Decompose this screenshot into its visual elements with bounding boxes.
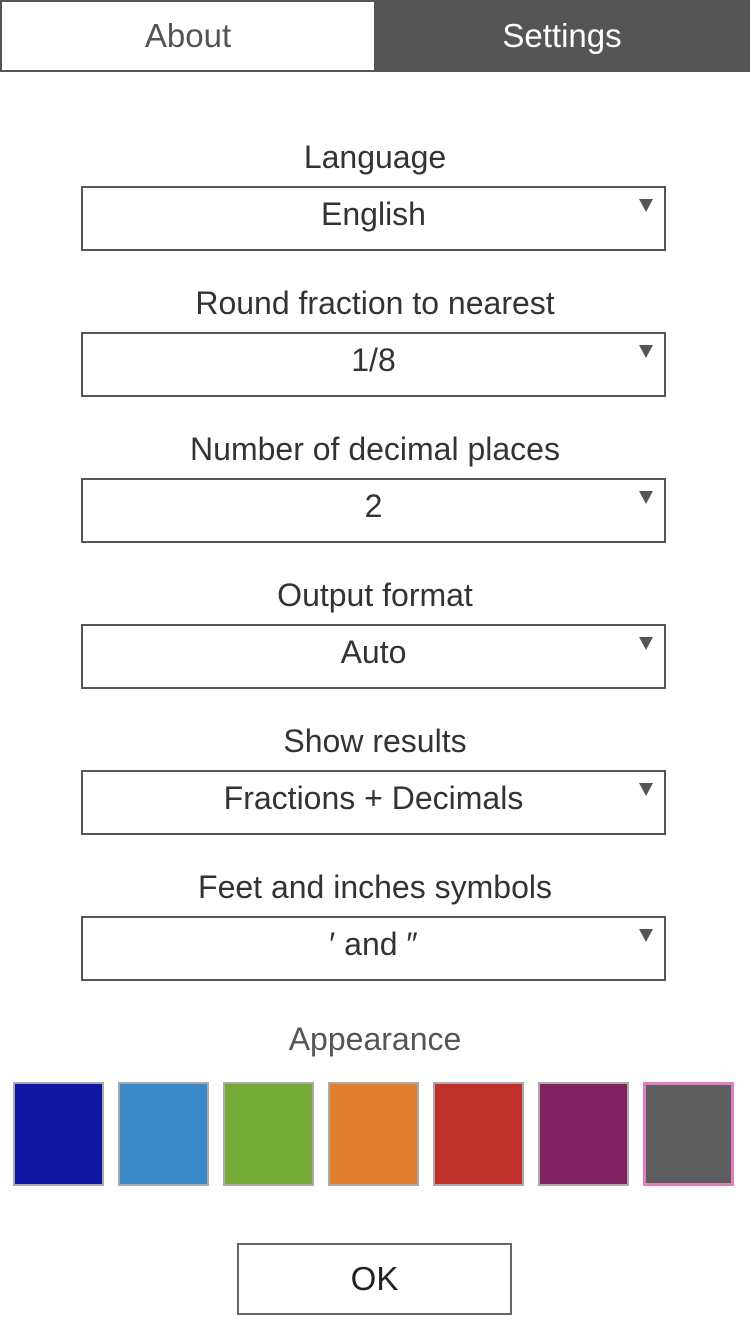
appearance-label: Appearance bbox=[288, 1021, 462, 1057]
decimal-places-label: Number of decimal places bbox=[190, 431, 560, 467]
output-format-value: Auto bbox=[340, 634, 407, 670]
language-label: Language bbox=[303, 139, 447, 175]
tab-about[interactable]: About bbox=[2, 2, 374, 70]
feet-inches-label: Feet and inches symbols bbox=[198, 869, 552, 905]
language-select[interactable]: English bbox=[81, 186, 666, 251]
tab-bar: About Settings bbox=[0, 0, 750, 72]
dropdown-arrow-icon bbox=[639, 199, 653, 212]
show-results-label: Show results bbox=[283, 723, 467, 759]
swatch-gray[interactable] bbox=[643, 1082, 734, 1186]
ok-button[interactable]: OK bbox=[237, 1243, 512, 1315]
show-results-select[interactable]: Fractions + Decimals bbox=[81, 770, 666, 835]
output-format-select[interactable]: Auto bbox=[81, 624, 666, 689]
round-fraction-value: 1/8 bbox=[351, 342, 396, 378]
feet-inches-value: ′ and ″ bbox=[329, 926, 418, 962]
swatch-green[interactable] bbox=[223, 1082, 314, 1186]
dropdown-arrow-icon bbox=[639, 491, 653, 504]
swatch-red[interactable] bbox=[433, 1082, 524, 1186]
dropdown-arrow-icon bbox=[639, 929, 653, 942]
dropdown-arrow-icon bbox=[639, 345, 653, 358]
swatch-light-blue[interactable] bbox=[118, 1082, 209, 1186]
tab-settings[interactable]: Settings bbox=[374, 0, 750, 72]
swatch-purple[interactable] bbox=[538, 1082, 629, 1186]
swatch-orange[interactable] bbox=[328, 1082, 419, 1186]
feet-inches-select[interactable]: ′ and ″ bbox=[81, 916, 666, 981]
language-value: English bbox=[321, 196, 426, 232]
swatch-dark-blue[interactable] bbox=[13, 1082, 104, 1186]
output-format-label: Output format bbox=[277, 577, 473, 613]
color-swatches bbox=[13, 1082, 737, 1186]
dropdown-arrow-icon bbox=[639, 637, 653, 650]
round-fraction-select[interactable]: 1/8 bbox=[81, 332, 666, 397]
decimal-places-value: 2 bbox=[364, 488, 383, 524]
round-fraction-label: Round fraction to nearest bbox=[195, 285, 555, 321]
dropdown-arrow-icon bbox=[639, 783, 653, 796]
show-results-value: Fractions + Decimals bbox=[223, 780, 524, 816]
decimal-places-select[interactable]: 2 bbox=[81, 478, 666, 543]
